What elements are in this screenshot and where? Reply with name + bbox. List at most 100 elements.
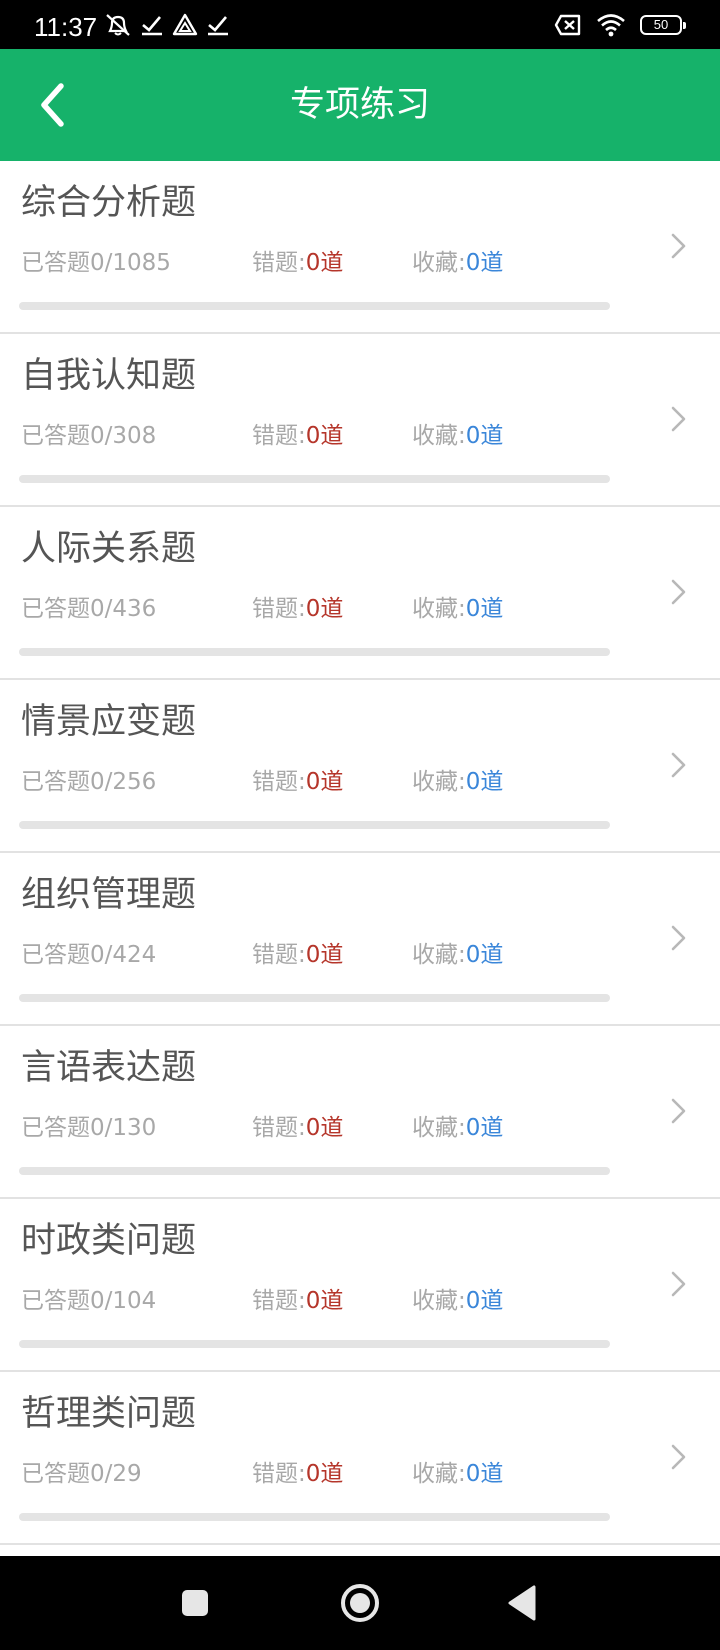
chevron-right-icon <box>671 233 686 259</box>
list-item[interactable]: 综合分析题 已答题0/1085 错题:0道 收藏:0道 <box>0 161 720 334</box>
favorite-value: 0道 <box>465 250 504 276</box>
wrong-value: 0道 <box>305 1288 344 1314</box>
triangle-back-icon <box>508 1585 536 1621</box>
category-title: 言语表达题 <box>21 1048 197 1088</box>
favorite-count: 收藏:0道 <box>412 247 503 279</box>
favorite-count: 收藏:0道 <box>412 1458 503 1490</box>
progress-bar <box>19 1513 610 1521</box>
list-item[interactable]: 人际关系题 已答题0/436 错题:0道 收藏:0道 <box>0 507 720 680</box>
answered-label: 已答题 <box>21 1461 90 1487</box>
answered-value: 0/436 <box>90 596 157 622</box>
wrong-label: 错题: <box>252 423 306 449</box>
favorite-count: 收藏:0道 <box>412 939 503 971</box>
answered-label: 已答题 <box>21 769 90 795</box>
answered-count: 已答题0/1085 <box>21 247 171 279</box>
favorite-label: 收藏: <box>412 942 466 968</box>
chevron-right-icon <box>671 1098 686 1124</box>
category-title: 自我认知题 <box>21 356 197 396</box>
favorite-count: 收藏:0道 <box>412 1285 503 1317</box>
progress-bar <box>19 1167 610 1175</box>
category-title: 情景应变题 <box>21 702 197 742</box>
answered-count: 已答题0/130 <box>21 1112 156 1144</box>
progress-bar <box>19 994 610 1002</box>
favorite-label: 收藏: <box>412 250 466 276</box>
list-item[interactable]: 自我认知题 已答题0/308 错题:0道 收藏:0道 <box>0 334 720 507</box>
answered-value: 0/130 <box>90 1115 157 1141</box>
drive-icon <box>172 13 198 36</box>
status-time: 11:37 <box>34 12 98 42</box>
answered-count: 已答题0/104 <box>21 1285 156 1317</box>
page-title: 专项练习 <box>289 85 430 125</box>
list-item[interactable]: 情景应变题 已答题0/256 错题:0道 收藏:0道 <box>0 680 720 853</box>
category-title: 时政类问题 <box>21 1221 197 1261</box>
category-title: 哲理类问题 <box>21 1394 197 1434</box>
battery-level: 50 <box>653 17 669 32</box>
square-icon <box>182 1590 208 1616</box>
checkmark-icon <box>208 16 228 36</box>
favorite-count: 收藏:0道 <box>412 420 503 452</box>
wrong-label: 错题: <box>252 942 306 968</box>
favorite-label: 收藏: <box>412 1461 466 1487</box>
recents-button[interactable] <box>168 1576 222 1630</box>
favorite-value: 0道 <box>465 769 504 795</box>
home-button[interactable] <box>333 1576 387 1630</box>
back-button[interactable] <box>30 77 86 133</box>
answered-label: 已答题 <box>21 1115 90 1141</box>
list-item[interactable]: 组织管理题 已答题0/424 错题:0道 收藏:0道 <box>0 853 720 1026</box>
wrong-value: 0道 <box>305 423 344 449</box>
favorite-value: 0道 <box>465 1288 504 1314</box>
answered-value: 0/104 <box>90 1288 157 1314</box>
progress-bar <box>19 1340 610 1348</box>
checkmark-icon <box>142 16 162 36</box>
favorite-count: 收藏:0道 <box>412 766 503 798</box>
wrong-count: 错题:0道 <box>252 766 343 798</box>
favorite-value: 0道 <box>465 596 504 622</box>
wrong-count: 错题:0道 <box>252 1458 343 1490</box>
answered-count: 已答题0/436 <box>21 593 156 625</box>
category-title: 综合分析题 <box>21 183 197 223</box>
sim-blocked-icon <box>554 14 581 36</box>
progress-bar <box>19 821 610 829</box>
answered-label: 已答题 <box>21 423 90 449</box>
wrong-label: 错题: <box>252 596 306 622</box>
list-item[interactable]: 哲理类问题 已答题0/29 错题:0道 收藏:0道 <box>0 1372 720 1545</box>
status-bar: 11:37 50 <box>0 0 720 49</box>
favorite-label: 收藏: <box>412 1288 466 1314</box>
answered-count: 已答题0/308 <box>21 420 156 452</box>
answered-label: 已答题 <box>21 250 90 276</box>
status-system-icons: 50 <box>554 13 686 37</box>
wrong-value: 0道 <box>305 596 344 622</box>
chevron-right-icon <box>671 925 686 951</box>
wrong-label: 错题: <box>252 1288 306 1314</box>
answered-count: 已答题0/424 <box>21 939 156 971</box>
favorite-value: 0道 <box>465 423 504 449</box>
battery-icon: 50 <box>640 15 686 35</box>
chevron-right-icon <box>671 1271 686 1297</box>
wrong-label: 错题: <box>252 1461 306 1487</box>
wrong-label: 错题: <box>252 769 306 795</box>
wrong-count: 错题:0道 <box>252 420 343 452</box>
circle-home-icon <box>341 1584 379 1622</box>
back-nav-button[interactable] <box>496 1576 550 1630</box>
progress-bar <box>19 475 610 483</box>
answered-count: 已答题0/256 <box>21 766 156 798</box>
chevron-right-icon <box>671 1444 686 1470</box>
wrong-count: 错题:0道 <box>252 1285 343 1317</box>
list-item[interactable]: 时政类问题 已答题0/104 错题:0道 收藏:0道 <box>0 1199 720 1372</box>
favorite-value: 0道 <box>465 1461 504 1487</box>
answered-value: 0/308 <box>90 423 157 449</box>
system-nav-bar <box>0 1556 720 1650</box>
category-title: 人际关系题 <box>21 529 197 569</box>
mute-icon <box>106 14 130 36</box>
favorite-count: 收藏:0道 <box>412 1112 503 1144</box>
favorite-label: 收藏: <box>412 769 466 795</box>
wrong-label: 错题: <box>252 1115 306 1141</box>
answered-count: 已答题0/29 <box>21 1458 142 1490</box>
status-notification-icons <box>104 13 230 37</box>
favorite-label: 收藏: <box>412 596 466 622</box>
answered-label: 已答题 <box>21 942 90 968</box>
chevron-right-icon <box>671 752 686 778</box>
list-item[interactable]: 言语表达题 已答题0/130 错题:0道 收藏:0道 <box>0 1026 720 1199</box>
answered-value: 0/1085 <box>90 250 171 276</box>
category-title: 组织管理题 <box>21 875 197 915</box>
